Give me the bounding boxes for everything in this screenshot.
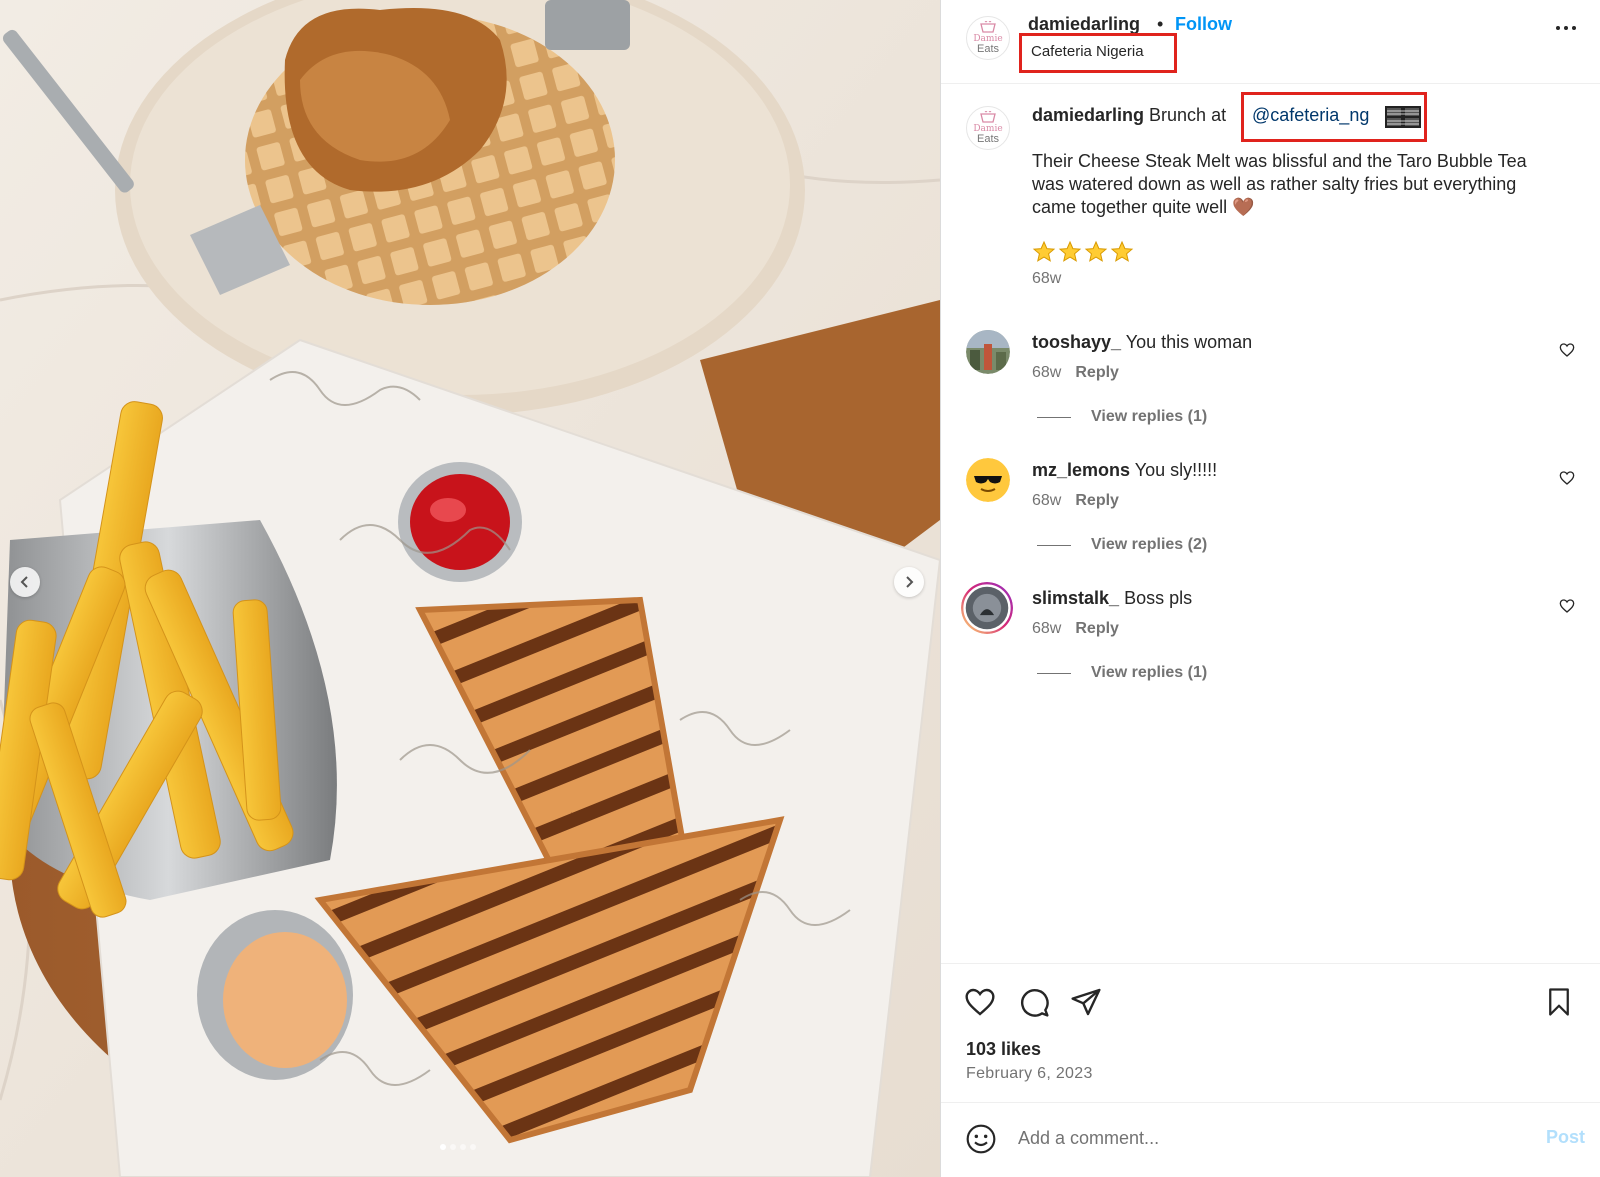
post-date: February 6, 2023 (966, 1065, 1093, 1082)
commenter-avatar[interactable] (966, 458, 1010, 502)
comment-username[interactable]: tooshayy_ (1032, 332, 1121, 352)
replies-divider (1037, 416, 1071, 418)
comment-timestamp[interactable]: 68w (1032, 620, 1061, 637)
author-username[interactable]: damiedarling (1028, 14, 1140, 35)
star-icon (1058, 240, 1082, 262)
view-replies-button[interactable]: View replies (1) (1037, 408, 1207, 426)
post-comment-button[interactable]: Post (1546, 1127, 1585, 1148)
food-photo-illustration (0, 0, 940, 1177)
share-paper-plane-icon[interactable] (1070, 986, 1102, 1018)
view-replies-button[interactable]: View replies (2) (1037, 536, 1207, 554)
post-actions: 103 likes February 6, 2023 (941, 963, 1600, 1103)
cup-logo-icon (980, 111, 996, 123)
header-separator: • (1157, 14, 1164, 34)
avatar-logo-subtext: Eats (976, 133, 999, 145)
caption-author-avatar[interactable]: Damie Eats (966, 106, 1010, 150)
comment-text-line: mz_lemons You sly!!!!! (1032, 460, 1217, 481)
rating-stars (1032, 240, 1134, 264)
heart-outline-icon[interactable] (1559, 470, 1575, 486)
comment-text: You this woman (1125, 332, 1253, 352)
carousel-dot (450, 1144, 456, 1150)
heart-outline-icon[interactable] (1559, 598, 1575, 614)
commenter-avatar[interactable] (966, 330, 1010, 374)
nigeria-flag-icon (1385, 106, 1421, 128)
star-icon (1084, 240, 1108, 262)
carousel-dot (460, 1144, 466, 1150)
reply-button[interactable]: Reply (1075, 364, 1119, 381)
chevron-right-icon (906, 576, 914, 588)
avatar-logo-subtext: Eats (976, 43, 999, 55)
comment-text-line: slimstalk_ Boss pls (1032, 588, 1192, 609)
save-bookmark-icon[interactable] (1544, 986, 1574, 1018)
view-replies-label: View replies (1) (1091, 664, 1208, 681)
replies-divider (1037, 672, 1071, 674)
comment-composer: Post (941, 1102, 1600, 1177)
comment-username[interactable]: slimstalk_ (1032, 588, 1119, 608)
caption-username[interactable]: damiedarling (1032, 105, 1144, 125)
comment-meta: 68w Reply (1032, 492, 1119, 510)
post-header: Damie Eats damiedarling • Follow Cafeter… (941, 0, 1600, 84)
carousel-indicators (440, 1144, 476, 1150)
follow-button[interactable]: Follow (1175, 14, 1232, 35)
caption-body: Their Cheese Steak Melt was blissful and… (1032, 151, 1527, 217)
comment-item: slimstalk_ Boss pls 68w Reply View replie… (941, 582, 1600, 696)
replies-divider (1037, 544, 1071, 546)
more-dot (1572, 26, 1576, 30)
post-side-panel: Damie Eats damiedarling • Follow Cafeter… (940, 0, 1600, 1177)
carousel-prev-button[interactable] (10, 567, 40, 597)
chevron-left-icon (20, 576, 28, 588)
caption-timestamp[interactable]: 68w (1032, 270, 1061, 288)
reply-button[interactable]: Reply (1075, 620, 1119, 637)
more-dot (1564, 26, 1568, 30)
comment-bubble-icon[interactable] (1018, 986, 1050, 1018)
carousel-dot (440, 1144, 446, 1150)
comment-text: Boss pls (1124, 588, 1193, 608)
caption-mention-link[interactable]: @cafeteria_ng (1252, 105, 1369, 126)
view-replies-label: View replies (2) (1091, 536, 1208, 553)
comment-meta: 68w Reply (1032, 364, 1119, 382)
likes-count[interactable]: 103 likes (966, 1039, 1041, 1060)
carousel-dot (470, 1144, 476, 1150)
commenter-avatar-story-ring[interactable] (961, 582, 1013, 634)
carousel-next-button[interactable] (894, 567, 924, 597)
location-link[interactable]: Cafeteria Nigeria (1019, 33, 1177, 73)
cup-logo-icon (980, 21, 996, 33)
emoji-icon[interactable] (965, 1123, 997, 1155)
caption-text: Brunch at (1144, 105, 1227, 125)
more-dot (1556, 26, 1560, 30)
view-replies-button[interactable]: View replies (1) (1037, 664, 1207, 682)
heart-outline-icon[interactable] (1559, 342, 1575, 358)
more-options-icon[interactable] (1556, 26, 1576, 30)
author-avatar[interactable]: Damie Eats (966, 16, 1010, 60)
comment-input[interactable] (1018, 1123, 1498, 1153)
post-photo[interactable] (0, 0, 940, 1177)
comment-username[interactable]: mz_lemons (1032, 460, 1130, 480)
like-heart-icon[interactable] (964, 986, 996, 1018)
comment-item: mz_lemons You sly!!!!! 68w Reply View rep… (941, 458, 1600, 568)
view-replies-label: View replies (1) (1091, 408, 1208, 425)
comment-text: You sly!!!!! (1134, 460, 1218, 480)
star-icon (1110, 240, 1134, 262)
comment-timestamp[interactable]: 68w (1032, 492, 1061, 509)
comment-text-line: tooshayy_ You this woman (1032, 332, 1252, 353)
comment-item: tooshayy_ You this woman 68w Reply View r… (941, 330, 1600, 440)
star-icon (1032, 240, 1056, 262)
comment-meta: 68w Reply (1032, 620, 1119, 638)
caption-first-line: damiedarling Brunch at (1032, 105, 1226, 126)
comment-timestamp[interactable]: 68w (1032, 364, 1061, 381)
reply-button[interactable]: Reply (1075, 492, 1119, 509)
